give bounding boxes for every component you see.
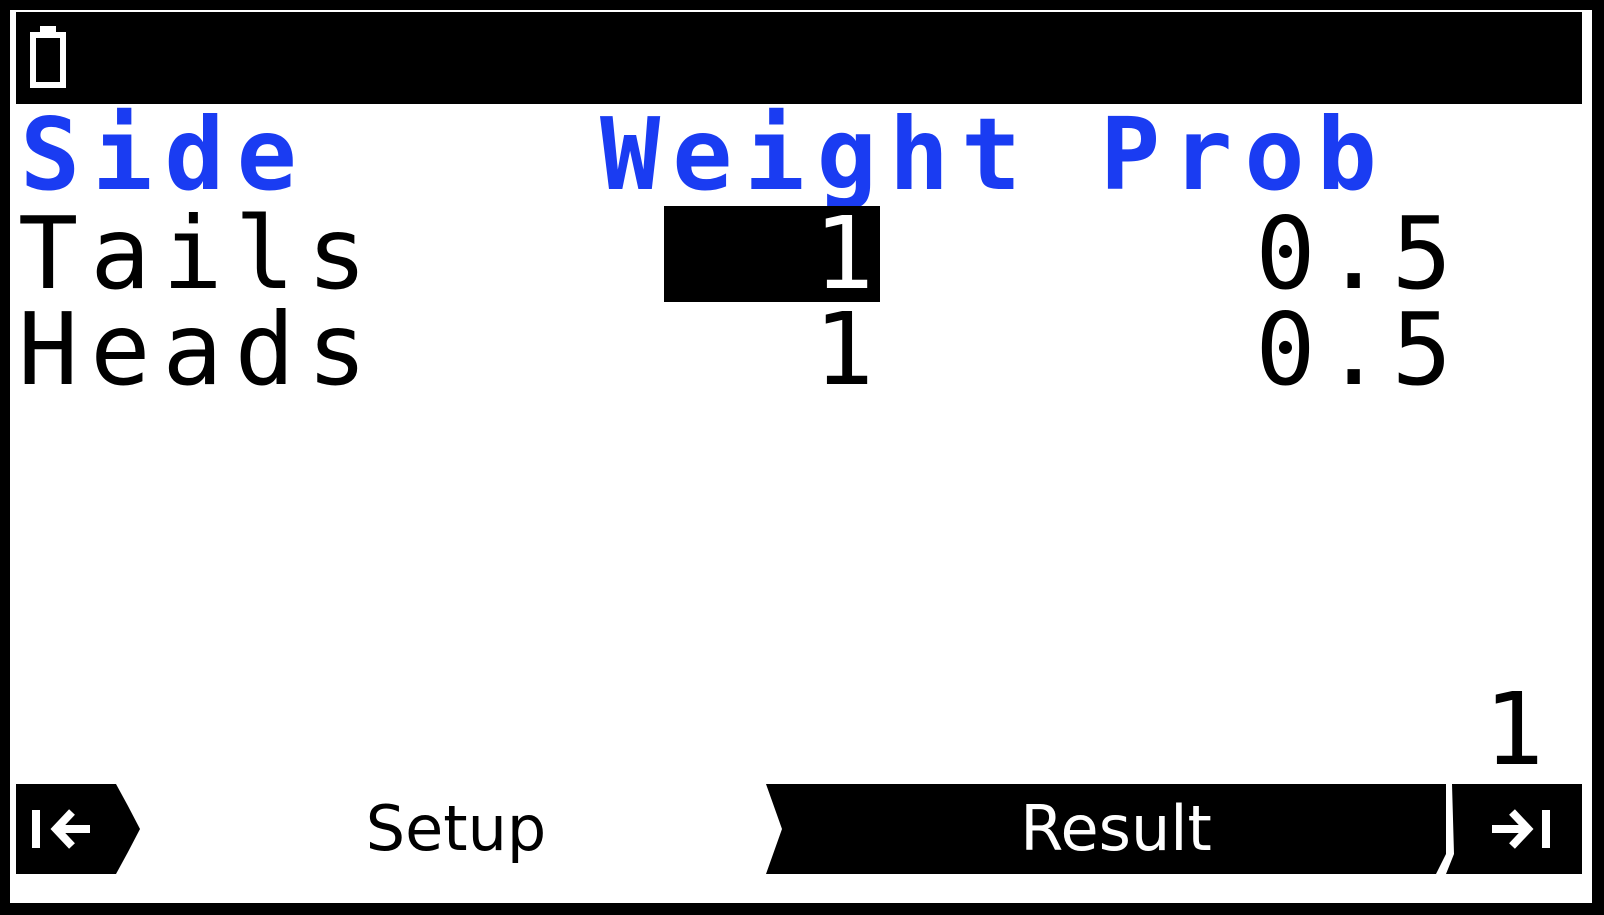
table-row: Heads 1 0.5 (10, 300, 1592, 400)
table-header: Side Weight Prob (10, 96, 1592, 213)
tab-result[interactable]: Result (806, 784, 1426, 874)
column-header-prob: Prob (1100, 96, 1389, 213)
last-page-icon (1492, 809, 1550, 849)
weight-cell[interactable]: 1 (664, 300, 880, 400)
calculator-screen: Side Weight Prob Tails 1 0.5 Heads 1 0.5… (10, 10, 1592, 903)
first-page-icon (32, 809, 90, 849)
battery-icon (30, 26, 66, 88)
last-page-button[interactable] (1462, 784, 1572, 874)
first-page-button[interactable] (16, 784, 126, 874)
status-bar (16, 12, 1582, 104)
column-header-weight: Weight (600, 96, 1034, 213)
side-cell[interactable]: Tails (18, 204, 379, 304)
tab-setup[interactable]: Setup (156, 784, 756, 874)
tab-bar: Setup Result (16, 784, 1582, 874)
side-cell[interactable]: Heads (18, 300, 379, 400)
table-row: Tails 1 0.5 (10, 204, 1592, 304)
weight-cell-selected[interactable]: 1 (664, 204, 880, 304)
prob-cell[interactable]: 0.5 (1210, 300, 1460, 400)
row-counter: 1 (1483, 671, 1544, 788)
prob-cell[interactable]: 0.5 (1210, 204, 1460, 304)
column-header-side: Side (20, 96, 309, 213)
